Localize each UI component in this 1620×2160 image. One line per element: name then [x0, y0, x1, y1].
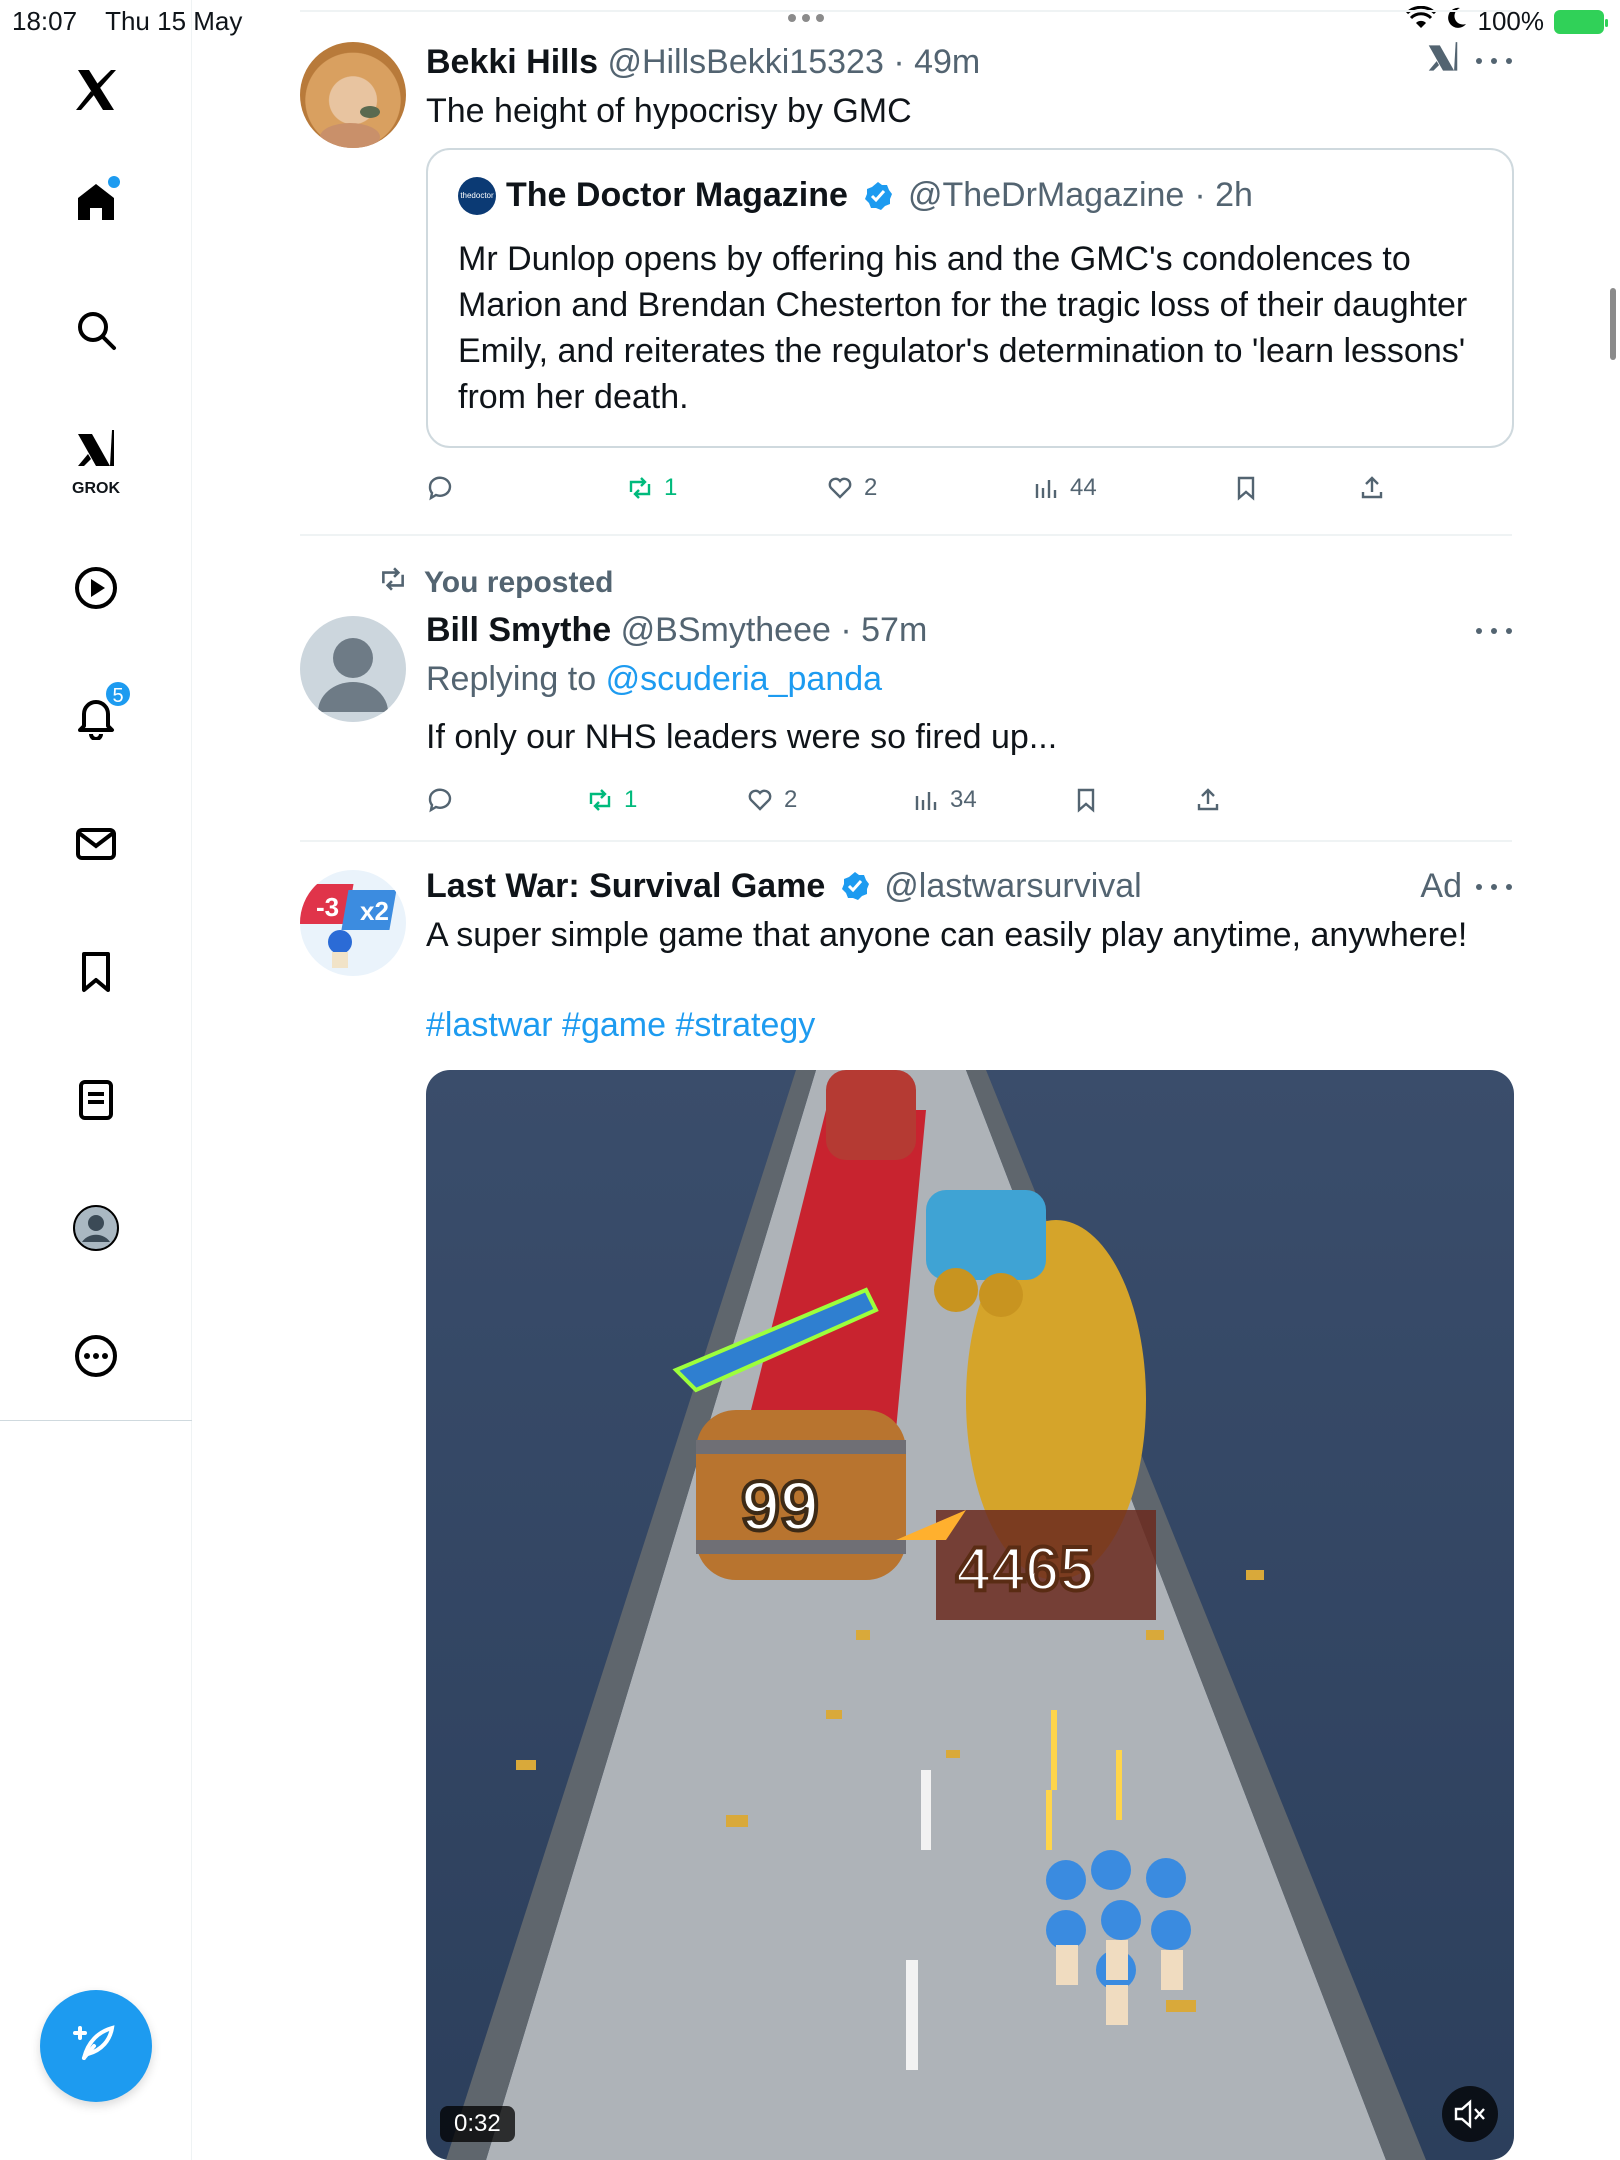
multitasking-handle[interactable] — [788, 14, 824, 22]
post-header: Last War: Survival Game @lastwarsurvival — [426, 864, 1512, 908]
views-button[interactable]: 34 — [912, 780, 977, 820]
notifications-badge: 5 — [104, 680, 132, 708]
feed-top-divider — [300, 10, 1512, 12]
verified-badge-icon — [862, 180, 894, 212]
post-header: Bill Smythe @BSmytheee · 57m — [426, 608, 1512, 652]
video-player[interactable]: 99 4465 0:32 — [426, 1070, 1514, 2160]
repost-count: 1 — [664, 474, 678, 501]
post-more-button[interactable] — [1476, 56, 1512, 66]
author-name[interactable]: Bill Smythe — [426, 611, 611, 649]
home-new-dot — [108, 176, 120, 188]
repost-count: 1 — [624, 786, 638, 813]
video-time: 0:32 — [440, 2106, 515, 2142]
replying-to-handle[interactable]: @scuderia_panda — [606, 660, 882, 698]
sidebar: GROK 5 — [0, 0, 192, 2160]
author-name[interactable]: Bekki Hills — [426, 43, 598, 81]
post-more-button[interactable] — [1476, 626, 1512, 636]
bookmark-button[interactable] — [1232, 468, 1260, 508]
barrel-number: 99 — [741, 1467, 819, 1545]
views-count: 34 — [950, 786, 977, 813]
grok-icon[interactable]: GROK — [66, 420, 126, 497]
muted-speaker-icon — [1454, 2099, 1485, 2129]
repost-context-icon — [376, 564, 410, 602]
battery-icon — [1554, 9, 1608, 34]
bookmarks-icon[interactable] — [66, 942, 126, 1002]
post-text: The height of hypocrisy by GMC — [426, 92, 912, 130]
scrollbar[interactable] — [1610, 288, 1616, 360]
repost-context-label[interactable]: You reposted — [424, 566, 613, 600]
x-logo-icon[interactable] — [66, 60, 126, 120]
avatar[interactable]: -3 x2 — [300, 870, 406, 976]
repost-button[interactable]: 1 — [626, 468, 677, 508]
avatar[interactable] — [300, 42, 406, 148]
author-name[interactable]: Last War: Survival Game — [426, 867, 825, 905]
author-handle[interactable]: @lastwarsurvival — [884, 867, 1141, 905]
avatar[interactable] — [300, 616, 406, 722]
grok-label: GROK — [72, 480, 120, 497]
like-button[interactable]: 2 — [746, 780, 797, 820]
more-icon[interactable] — [66, 1326, 126, 1386]
ad-label: Ad — [1420, 867, 1462, 905]
post-text: If only our NHS leaders were so fired up… — [426, 718, 1058, 756]
post-hashtags[interactable]: #lastwar #game #strategy — [426, 1002, 1512, 1048]
status-bar: 18:07 Thu 15 May 100% — [0, 0, 1620, 40]
quote-text: Mr Dunlop opens by offering his and the … — [458, 240, 1468, 416]
avatar-minus-label: -3 — [316, 892, 339, 922]
post-divider — [300, 840, 1512, 842]
reply-button[interactable] — [426, 468, 464, 508]
avatar-times-label: x2 — [360, 896, 389, 926]
replying-to: Replying to @scuderia_panda — [426, 656, 1512, 702]
post-divider — [300, 534, 1512, 536]
quote-author-name: The Doctor Magazine — [506, 176, 848, 214]
share-button[interactable] — [1358, 468, 1386, 508]
replying-to-prefix: Replying to — [426, 660, 597, 698]
post-header: Bekki Hills @HillsBekki15323 · 49m — [426, 40, 1512, 84]
post-actions: 1 2 34 — [426, 780, 1514, 820]
game-video-frame: 99 4465 — [426, 1070, 1514, 2160]
search-icon[interactable] — [66, 300, 126, 360]
post-time: · 57m — [840, 611, 928, 649]
verified-badge-icon — [839, 869, 871, 901]
post-text: A super simple game that anyone can easi… — [426, 916, 1468, 954]
post-time: · 49m — [893, 43, 981, 81]
quote-avatar: thedoctor — [458, 176, 496, 215]
author-handle[interactable]: @HillsBekki15323 — [607, 43, 883, 81]
post-more-button[interactable] — [1476, 882, 1512, 892]
repost-button[interactable]: 1 — [586, 780, 637, 820]
like-count: 2 — [864, 474, 878, 501]
home-icon[interactable] — [66, 172, 126, 232]
compose-post-button[interactable] — [40, 1990, 152, 2102]
grok-post-icon[interactable] — [1424, 38, 1462, 83]
lists-icon[interactable] — [66, 1070, 126, 1130]
post-actions: 1 2 44 — [426, 468, 1514, 508]
sidebar-separator — [0, 1420, 192, 1421]
views-button[interactable]: 44 — [1032, 468, 1097, 508]
quote-author-handle: @TheDrMagazine — [907, 176, 1185, 214]
author-handle[interactable]: @BSmytheee — [621, 611, 831, 649]
like-count: 2 — [784, 786, 798, 813]
profile-icon[interactable] — [66, 1198, 126, 1258]
quoted-post[interactable]: thedoctor The Doctor Magazine @TheDrMaga… — [426, 148, 1514, 448]
reply-button[interactable] — [426, 780, 464, 820]
gate-number: 4465 — [956, 1535, 1094, 1604]
notifications-icon[interactable]: 5 — [66, 680, 132, 746]
quote-time: · 2h — [1194, 176, 1253, 214]
views-count: 44 — [1070, 474, 1097, 501]
share-button[interactable] — [1194, 780, 1222, 820]
like-button[interactable]: 2 — [826, 468, 877, 508]
video-icon[interactable] — [66, 558, 126, 618]
mute-button[interactable] — [1442, 2086, 1498, 2142]
messages-icon[interactable] — [66, 814, 126, 874]
bookmark-button[interactable] — [1072, 780, 1100, 820]
